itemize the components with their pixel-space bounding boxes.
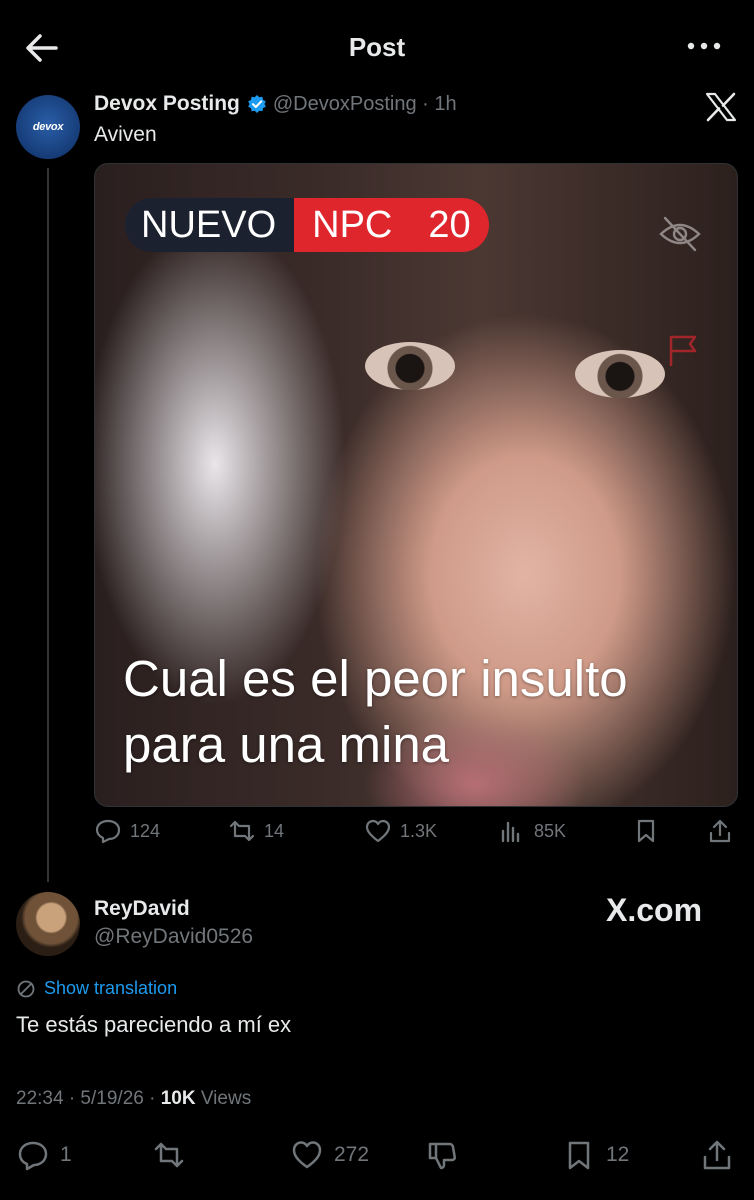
badge-label-nuevo: NUEVO (125, 198, 295, 252)
bookmark-icon (637, 819, 655, 843)
flag-icon (669, 335, 697, 366)
badge-number: 20 (428, 204, 471, 246)
x-com-watermark: X.com (606, 892, 703, 928)
bookmark-count: 12 (606, 1143, 630, 1166)
face-left-eye (365, 342, 455, 390)
share-icon (709, 819, 731, 843)
repost-count: 14 (264, 820, 285, 841)
reply-avatar[interactable] (16, 892, 80, 956)
globe-icon (17, 980, 35, 997)
reply-count: 1 (60, 1143, 72, 1166)
caption-line-2: para una mina (123, 716, 450, 773)
reply-author-name[interactable]: ReyDavid (94, 897, 190, 921)
share-icon (703, 1140, 731, 1170)
thumbs-down-icon (428, 1142, 456, 1170)
views-button[interactable]: 85K (498, 817, 566, 845)
more-options-icon[interactable] (686, 36, 722, 56)
reply-button[interactable]: 124 (94, 817, 160, 845)
avatar[interactable]: devox (16, 95, 80, 159)
bookmark-button[interactable]: 12 (562, 1138, 629, 1172)
heart-icon (365, 819, 391, 843)
views-count: 85K (534, 820, 567, 841)
badge-label-npc: NPC (312, 204, 393, 246)
views-label: Views (195, 1088, 252, 1109)
reply-icon (95, 819, 121, 844)
heart-icon (292, 1141, 322, 1169)
reply-icon (18, 1141, 48, 1171)
post-text: Aviven (94, 123, 157, 146)
show-translation-link[interactable]: Show translation (44, 978, 177, 999)
like-count: 272 (334, 1143, 370, 1166)
verified-badge-icon (248, 95, 266, 113)
post-media-image[interactable]: NUEVO NPC 20 Cual es el peor insulto par… (94, 163, 738, 807)
share-button[interactable] (706, 817, 734, 845)
post-author-row: Devox Posting @DevoxPosting · 1h (94, 92, 457, 116)
post-action-bar: 124 14 1.3K 85K (94, 817, 744, 853)
like-count: 1.3K (400, 820, 438, 841)
timestamp[interactable]: 22:34 · 5/19/26 · (16, 1088, 161, 1109)
post-meta: 22:34 · 5/19/26 · 10K Views (16, 1088, 251, 1110)
thread-line (47, 168, 49, 882)
reply-action-bar: 1 272 12 (0, 1138, 754, 1176)
x-logo-icon (705, 92, 737, 122)
dislike-button[interactable] (426, 1138, 460, 1172)
bookmark-button[interactable] (632, 817, 660, 845)
eye-slash-icon (659, 216, 701, 252)
share-button[interactable] (700, 1138, 734, 1172)
avatar-logo-text: devox (32, 121, 64, 133)
repost-icon (154, 1142, 184, 1168)
like-button[interactable]: 272 (290, 1138, 369, 1172)
repost-button[interactable] (152, 1138, 186, 1172)
author-name[interactable]: Devox Posting (94, 92, 240, 116)
page-title: Post (348, 32, 406, 62)
badge-red-section: NPC 20 (294, 198, 489, 252)
reply-count: 124 (130, 820, 161, 841)
repost-icon (229, 820, 255, 842)
author-handle[interactable]: @DevoxPosting · 1h (273, 93, 457, 116)
bookmark-icon (568, 1141, 590, 1170)
reply-text: Te estás pareciendo a mí ex (16, 1012, 292, 1037)
caption-line-1: Cual es el peor insulto (123, 650, 628, 707)
top-bar: Post (0, 0, 754, 95)
views-total: 10K (160, 1088, 196, 1109)
reply-button[interactable]: 1 (16, 1138, 72, 1172)
show-translation[interactable]: Show translation (16, 978, 177, 999)
repost-button[interactable]: 14 (228, 817, 284, 845)
npc-badge: NUEVO NPC 20 (125, 198, 489, 252)
reply-author-handle[interactable]: @ReyDavid0526 (94, 925, 253, 949)
media-caption: Cual es el peor insulto para una mina (123, 646, 723, 778)
face-right-eye (575, 350, 665, 398)
analytics-icon (501, 821, 520, 843)
like-button[interactable]: 1.3K (364, 817, 437, 845)
